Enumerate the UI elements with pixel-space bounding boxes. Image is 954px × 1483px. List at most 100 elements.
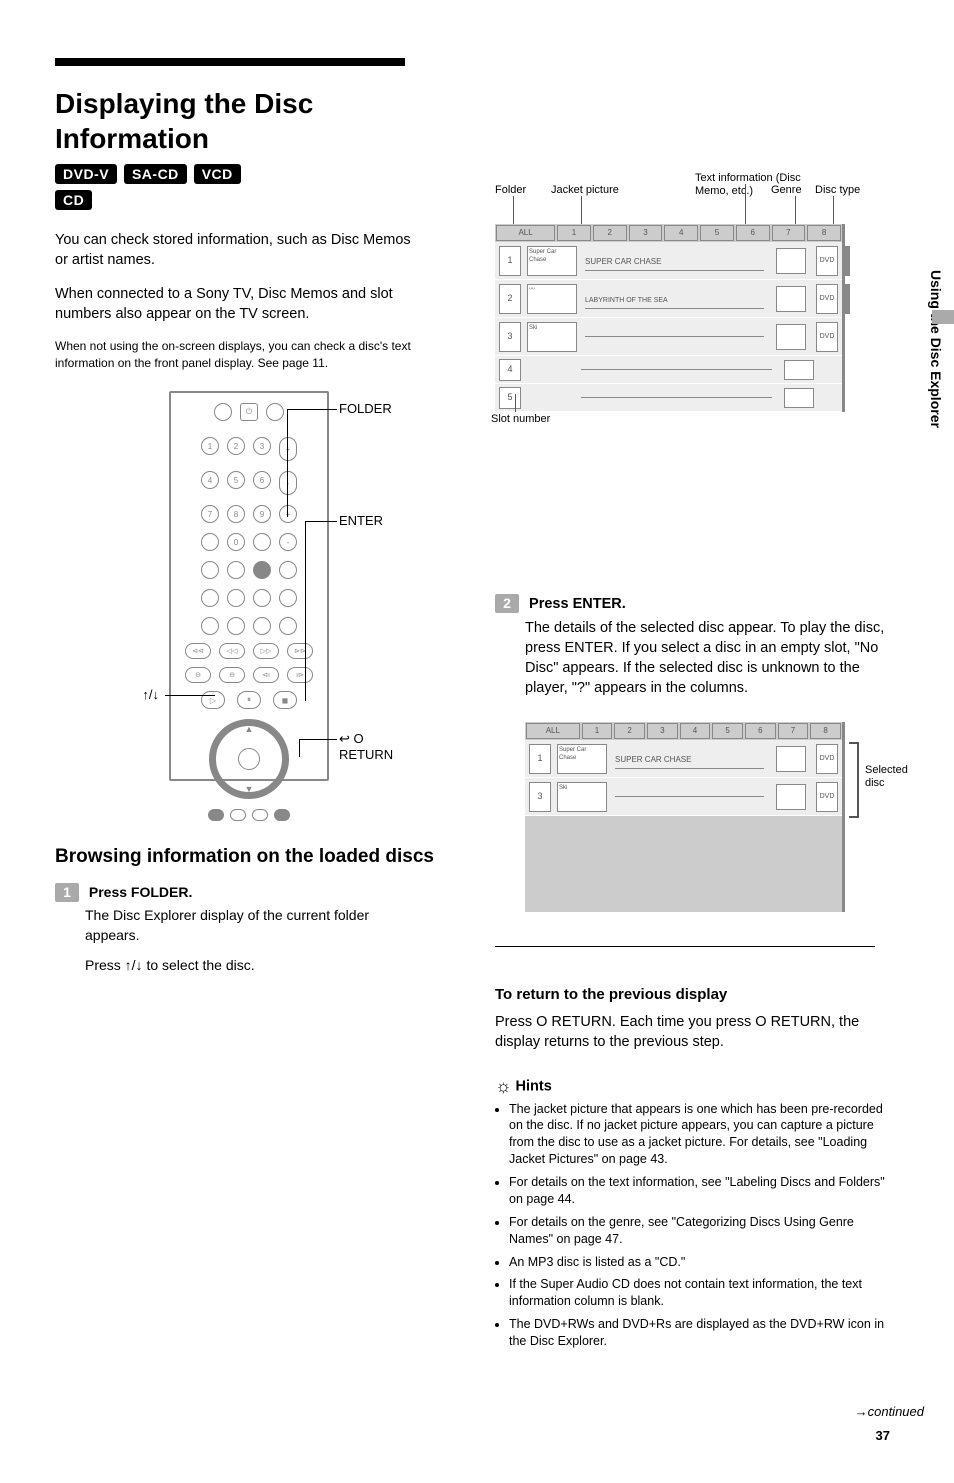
remote-clear[interactable] bbox=[201, 533, 219, 551]
badge-cd: CD bbox=[55, 190, 92, 210]
remote-fn-2[interactable] bbox=[227, 561, 245, 579]
remote-nav-c[interactable]: ⊲ı bbox=[253, 667, 279, 683]
remote-nav-a[interactable]: ⊖ bbox=[185, 667, 211, 683]
remote-under-3[interactable] bbox=[252, 809, 268, 821]
remote-num-7[interactable]: 7 bbox=[201, 505, 219, 523]
remote-num-3[interactable]: 3 bbox=[253, 437, 271, 455]
label-folder: FOLDER bbox=[339, 401, 392, 416]
tab2-3[interactable]: 3 bbox=[647, 723, 678, 739]
dd1-row-2[interactable]: 2 〰 LABYRINTH OF THE SEA DVD bbox=[495, 280, 842, 318]
remote-nav-b[interactable]: ⊖ bbox=[219, 667, 245, 683]
dd1-name-2: LABYRINTH OF THE SEA bbox=[585, 297, 668, 304]
page-title: Displaying the Disc Information bbox=[55, 86, 455, 156]
tab2-4[interactable]: 4 bbox=[680, 723, 711, 739]
remote-rew[interactable]: ◁◁ bbox=[219, 643, 245, 659]
dd2-jacket-1: Super Car Chase bbox=[557, 744, 607, 774]
tab2-all[interactable]: ALL bbox=[526, 723, 580, 739]
remote-num-1[interactable]: 1 bbox=[201, 437, 219, 455]
remote-btn-power[interactable] bbox=[214, 403, 232, 421]
remote-num-8[interactable]: 8 bbox=[227, 505, 245, 523]
remote-fn-5[interactable] bbox=[201, 589, 219, 607]
remote-fn-7[interactable] bbox=[253, 589, 271, 607]
remote-folder[interactable] bbox=[253, 561, 271, 579]
tab2-7[interactable]: 7 bbox=[778, 723, 809, 739]
dd1-row-1[interactable]: 1 Super Car Chase SUPER CAR CHASE DVD bbox=[495, 242, 842, 280]
dd2-name-1: SUPER CAR CHASE bbox=[615, 755, 691, 764]
remote-fn-8[interactable] bbox=[279, 589, 297, 607]
remote-fn-11[interactable] bbox=[253, 617, 271, 635]
dd1-media-2: DVD bbox=[816, 284, 838, 314]
remote-num-4[interactable]: 4 bbox=[201, 471, 219, 489]
remote-num-5[interactable]: 5 bbox=[227, 471, 245, 489]
tab-4[interactable]: 4 bbox=[664, 225, 698, 241]
dd1-genre-4 bbox=[784, 360, 814, 380]
remote-fn-9[interactable] bbox=[201, 617, 219, 635]
tab-1[interactable]: 1 bbox=[557, 225, 591, 241]
tab2-1[interactable]: 1 bbox=[582, 723, 613, 739]
dd1-row-3[interactable]: 3 Ski DVD bbox=[495, 318, 842, 356]
remote-nav-d[interactable]: ı⊳ bbox=[287, 667, 313, 683]
remote-diagram: ⏻ 1 2 3 + 4 5 6 - 7 8 9 + bbox=[55, 391, 415, 781]
tab-3[interactable]: 3 bbox=[629, 225, 663, 241]
remote-btn-open[interactable] bbox=[266, 403, 284, 421]
page-number: 37 bbox=[876, 1428, 890, 1443]
remote-fn-12[interactable] bbox=[279, 617, 297, 635]
label-arrows: ↑/↓ bbox=[55, 687, 165, 702]
remote-num-2[interactable]: 2 bbox=[227, 437, 245, 455]
lbl-folder: Folder bbox=[495, 184, 526, 197]
remote-fn-6[interactable] bbox=[227, 589, 245, 607]
remote-dpad[interactable]: ▲ ▼ bbox=[209, 719, 289, 799]
remote-pause[interactable]: ⏸ bbox=[237, 691, 261, 709]
label-return: ↩ O RETURN bbox=[339, 731, 415, 762]
remote-return-btn[interactable] bbox=[274, 809, 290, 821]
remote-dpad-enter[interactable] bbox=[238, 748, 260, 770]
tab-7[interactable]: 7 bbox=[772, 225, 806, 241]
dd1-row-5[interactable]: 5 bbox=[495, 384, 842, 412]
tab-6[interactable]: 6 bbox=[736, 225, 770, 241]
dd2-row-1[interactable]: 1 Super Car Chase SUPER CAR CHASE DVD bbox=[525, 740, 842, 778]
dd1-genre-1 bbox=[776, 248, 806, 274]
remote-num-6[interactable]: 6 bbox=[253, 471, 271, 489]
remote-prev[interactable]: ⊲⊲ bbox=[185, 643, 211, 659]
side-section-label: Using the Disc Explorer bbox=[928, 270, 944, 470]
dd1-genre-5 bbox=[784, 388, 814, 408]
remote-under-1[interactable] bbox=[208, 809, 224, 821]
step-2-head: Press ENTER. bbox=[529, 596, 626, 612]
remote-fn-4[interactable] bbox=[279, 561, 297, 579]
dd2-genre-2 bbox=[776, 784, 806, 810]
tab-all[interactable]: ALL bbox=[496, 225, 555, 241]
dd2-row-2[interactable]: 3 Ski DVD bbox=[525, 778, 842, 816]
remote-next[interactable]: ⊳⊳ bbox=[287, 643, 313, 659]
remote-num-9[interactable]: 9 bbox=[253, 505, 271, 523]
remote-enter-small[interactable] bbox=[253, 533, 271, 551]
remote-under-2[interactable] bbox=[230, 809, 246, 821]
remote-ch-minus[interactable]: - bbox=[279, 533, 297, 551]
label-return-text: O RETURN bbox=[339, 731, 393, 762]
tab2-8[interactable]: 8 bbox=[810, 723, 841, 739]
remote-num-0[interactable]: 0 bbox=[227, 533, 245, 551]
remote-fn-1[interactable] bbox=[201, 561, 219, 579]
tab-2[interactable]: 2 bbox=[593, 225, 627, 241]
step-2-num: 2 bbox=[495, 594, 519, 613]
remote-play[interactable]: ▷ bbox=[201, 691, 225, 709]
hint-6: The DVD+RWs and DVD+Rs are displayed as … bbox=[509, 1316, 890, 1350]
remote-vol-minus[interactable]: - bbox=[279, 471, 297, 495]
tab-8[interactable]: 8 bbox=[807, 225, 841, 241]
dd1-jacket-2: 〰 bbox=[527, 284, 577, 314]
dd1-slot-1: 1 bbox=[499, 246, 521, 276]
tab-5[interactable]: 5 bbox=[700, 225, 734, 241]
tab2-5[interactable]: 5 bbox=[712, 723, 743, 739]
tab2-2[interactable]: 2 bbox=[614, 723, 645, 739]
remote-ch-plus[interactable]: + bbox=[279, 505, 297, 523]
dd1-slot-4: 4 bbox=[499, 359, 521, 381]
dd1-jacket-3: Ski bbox=[527, 322, 577, 352]
intro-p1: You can check stored information, such a… bbox=[55, 230, 415, 270]
remote-vol-plus[interactable]: + bbox=[279, 437, 297, 461]
dd1-row-4[interactable]: 4 bbox=[495, 356, 842, 384]
remote-fn-10[interactable] bbox=[227, 617, 245, 635]
remote-stop[interactable]: ◼ bbox=[273, 691, 297, 709]
tab2-6[interactable]: 6 bbox=[745, 723, 776, 739]
dd1-slot-3: 3 bbox=[499, 322, 521, 352]
remote-ff[interactable]: ▷▷ bbox=[253, 643, 279, 659]
remote-btn-tv[interactable]: ⏻ bbox=[240, 403, 258, 421]
